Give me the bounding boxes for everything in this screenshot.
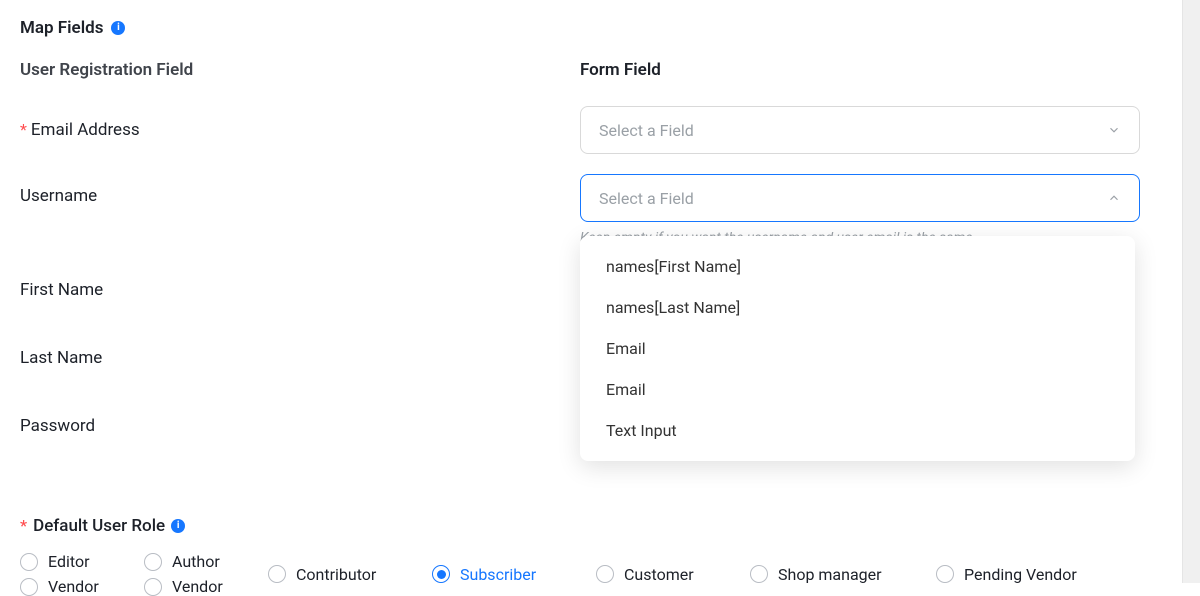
label-password: Password [20,416,580,436]
role-option-label: Pending Vendor [964,565,1077,584]
role-option-label: Author [172,552,220,571]
role-radio-row: Editor Vendor Author Vendor [20,552,1162,596]
label-lastname: Last Name [20,348,580,368]
select-email[interactable]: Select a Field [580,106,1140,154]
role-option-pending-vendor[interactable]: Pending Vendor [936,565,1162,584]
default-role-title-text: Default User Role [33,516,165,536]
radio-icon [936,565,954,583]
label-username-text: Username [20,186,97,206]
dropdown-item[interactable]: names[Last Name] [580,287,1135,328]
label-email-text: Email Address [31,120,140,140]
row-email: * Email Address Select a Field [20,106,1162,154]
label-firstname-text: First Name [20,280,103,300]
role-option-label: Subscriber [460,565,536,584]
role-option-author[interactable]: Author [144,552,264,571]
role-option-label: Vendor [48,577,99,596]
required-marker: * [20,120,27,139]
columns-header: User Registration Field Form Field [20,60,1162,80]
default-role-section: * Default User Role i Editor Vendor [20,516,1162,596]
map-fields-title-text: Map Fields [20,18,103,38]
radio-icon [144,553,162,571]
chevron-up-icon [1107,191,1121,205]
radio-icon [144,578,162,596]
role-option-label: Vendor [172,577,223,596]
role-option-label: Contributor [296,565,376,584]
radio-icon [268,565,286,583]
radio-icon [20,553,38,571]
role-option-subscriber[interactable]: Subscriber [432,565,592,584]
label-email: * Email Address [20,120,580,140]
role-option-label: Customer [624,565,694,584]
column-header-right: Form Field [580,60,1162,80]
scrollbar-track[interactable] [1182,0,1200,583]
radio-icon [20,578,38,596]
role-option-customer[interactable]: Customer [596,565,746,584]
row-username: Username Select a Field Keep empty if yo… [20,174,1162,246]
select-username-placeholder: Select a Field [599,189,694,208]
default-role-title: * Default User Role i [20,516,1162,536]
role-option-editor[interactable]: Editor [20,552,140,571]
radio-icon [596,565,614,583]
dropdown-item[interactable]: Email [580,328,1135,369]
map-fields-title: Map Fields i [20,18,1162,38]
role-option-contributor[interactable]: Contributor [268,565,428,584]
dropdown-username: names[First Name] names[Last Name] Email… [580,236,1135,461]
label-password-text: Password [20,416,95,436]
dropdown-item[interactable]: names[First Name] [580,246,1135,287]
role-option-label: Editor [48,552,89,571]
role-option-vendor[interactable]: Vendor [20,577,140,596]
label-firstname: First Name [20,280,580,300]
dropdown-item[interactable]: Email [580,369,1135,410]
select-email-placeholder: Select a Field [599,121,694,140]
role-option-vendor[interactable]: Vendor [144,577,264,596]
dropdown-item[interactable]: Text Input [580,410,1135,451]
radio-icon [750,565,768,583]
label-lastname-text: Last Name [20,348,102,368]
info-icon[interactable]: i [111,21,125,35]
info-icon[interactable]: i [171,519,185,533]
label-username: Username [20,174,580,206]
role-option-shop-manager[interactable]: Shop manager [750,565,932,584]
radio-icon [432,565,450,583]
select-username[interactable]: Select a Field [580,174,1140,222]
chevron-down-icon [1107,123,1121,137]
required-marker: * [20,516,27,535]
column-header-left: User Registration Field [20,60,580,80]
role-option-label: Shop manager [778,565,882,584]
